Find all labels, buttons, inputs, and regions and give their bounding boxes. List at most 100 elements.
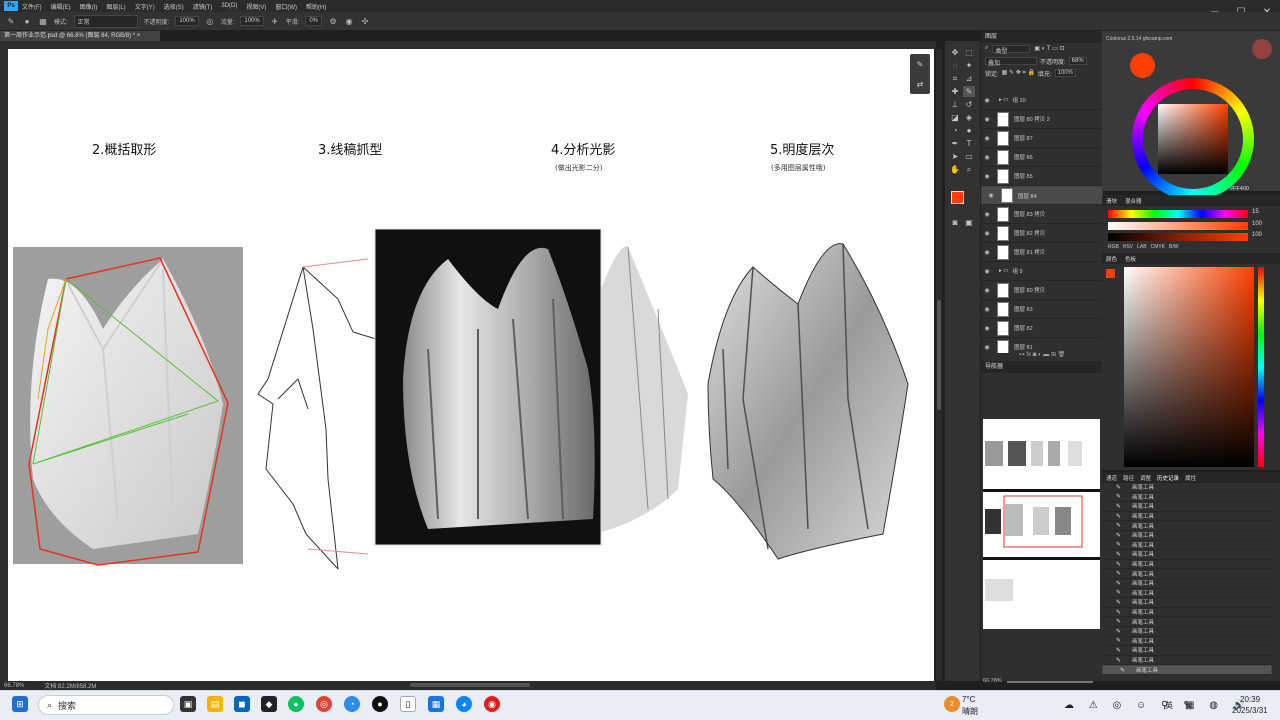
ime-indicator[interactable]: 英 [1165,700,1173,711]
flow-field[interactable]: 100% [240,16,264,26]
menu-layer[interactable]: 图层(L) [106,2,125,11]
mode-cmyk[interactable]: CMYK [1151,244,1165,250]
mode-lab[interactable]: LAB [1137,244,1146,250]
zoom-tool-icon[interactable]: ⌕ [963,164,975,175]
symmetry-icon[interactable]: ✣ [360,16,370,26]
saturation-slider[interactable] [1108,222,1248,230]
hue-strip[interactable] [1258,267,1264,467]
foreground-color-swatch[interactable] [951,191,964,204]
saturation-value[interactable]: 100 [1252,221,1262,227]
history-item[interactable]: ✎ 画笔工具 [1102,541,1272,551]
airbrush-icon[interactable]: ✈ [270,16,280,26]
menu-image[interactable]: 图像(I) [80,2,98,11]
layer-row[interactable]: ◉ 图层 82 拷贝 [981,224,1103,243]
stamp-tool-icon[interactable]: ⊥ [949,99,961,110]
history-item[interactable]: ✎ 画笔工具 [1102,656,1272,666]
healing-brush-icon[interactable]: ✚ [949,86,961,97]
menu-edit[interactable]: 编辑(E) [51,2,71,11]
store-icon[interactable]: ◼ [234,696,250,712]
visibility-eye-icon[interactable]: ◉ [981,211,993,218]
layer-row[interactable]: ◉ 图层 83 拷贝 [981,205,1103,224]
picker-foreground-swatch[interactable] [1106,269,1115,278]
layer-actions-bar[interactable]: ⊶ fx ◙ ◐ ▬ ⊞ 🗑 [981,351,1103,361]
history-item[interactable]: ✎ 画笔工具 [1102,608,1272,618]
layer-row[interactable]: ◉ 图层 80 拷贝 2 [981,110,1103,129]
tab-channels[interactable]: 通道 [1106,474,1117,482]
weather-icon[interactable]: 2 [944,696,960,712]
screen-mode-icon[interactable]: ▣ [963,217,975,228]
task-view-icon[interactable]: ▣ [180,696,196,712]
visibility-eye-icon[interactable]: ◉ [985,192,997,199]
history-item[interactable]: ✎ 画笔工具 [1102,512,1272,522]
layer-row[interactable]: ◉ 图层 80 拷贝 [981,281,1103,300]
menu-filter[interactable]: 滤镜(T) [193,2,213,11]
history-item[interactable]: ✎ 画笔工具 [1102,665,1272,675]
app-blue-icon[interactable]: ▦ [428,696,444,712]
mode-bw[interactable]: B/W [1169,244,1178,250]
brush-preset-icon[interactable]: ● [22,16,32,26]
menu-file[interactable]: 文件(F) [22,2,42,11]
smoothing-field[interactable]: 0% [305,16,323,26]
netease-music-icon[interactable]: ◉ [484,696,500,712]
menu-select[interactable]: 选择(S) [164,2,184,11]
tab-properties[interactable]: 属性 [1185,474,1196,482]
filter-icons[interactable]: ▣ ◐ T ▭ ⊡ [1034,45,1064,53]
visibility-eye-icon[interactable]: ◉ [981,154,993,161]
quick-mask-icon[interactable]: ◙ [949,217,961,228]
horizontal-scrollbar[interactable] [410,683,530,687]
layer-row[interactable]: ◉ 图层 85 [981,167,1103,186]
menu-type[interactable]: 文字(Y) [135,2,155,11]
current-color-dot[interactable] [1130,53,1155,78]
blur-tool-icon[interactable]: ◔ [949,125,961,136]
layer-row[interactable]: ◉ 图层 86 [981,148,1103,167]
history-brush-icon[interactable]: ↺ [963,99,975,110]
folder-icon[interactable]: ▸ ▭ [999,97,1009,103]
app-icon-dark[interactable]: ◆ [261,696,277,712]
visibility-eye-icon[interactable]: ◉ [981,230,993,237]
blend-mode-select[interactable]: 叠加 [985,57,1037,67]
tray-icons[interactable]: ☁ ⚠ ◎ ☺ ⚲ ✎ [1064,700,1198,711]
qq-icon[interactable]: ● [372,696,388,712]
layer-row[interactable]: ◉ 图层 82 [981,319,1103,338]
navigator-preview[interactable] [983,419,1100,629]
visibility-eye-icon[interactable]: ◉ [981,135,993,142]
history-item[interactable]: ✎ 画笔工具 [1102,617,1272,627]
hue-ring[interactable] [1132,78,1254,200]
tab-swatches[interactable]: 色板 [1125,255,1136,263]
hue-slider[interactable] [1108,210,1248,218]
edge-icon[interactable]: ◔ [344,696,360,712]
visibility-eye-icon[interactable]: ◉ [981,268,993,275]
rectangle-tool-icon[interactable]: ▭ [963,151,975,162]
taskbar-search[interactable]: ⌕ 搜索 [38,695,174,715]
tab-history[interactable]: 历史记录 [1157,474,1179,482]
file-explorer-icon[interactable]: ▤ [207,696,223,712]
color-field[interactable] [1124,267,1254,467]
layer-row[interactable]: ◉ 图层 87 [981,129,1103,148]
visibility-eye-icon[interactable]: ◉ [981,116,993,123]
mode-select[interactable]: 正常 [73,14,138,28]
tab-mixer[interactable]: 混合器 [1125,197,1142,205]
visibility-eye-icon[interactable]: ◉ [981,306,993,313]
brush-settings-icon[interactable]: ▦ [38,16,48,26]
menu-view[interactable]: 视图(V) [246,2,266,11]
visibility-eye-icon[interactable]: ◉ [981,325,993,332]
tab-adjustments[interactable]: 调整 [1140,474,1151,482]
layer-fill-field[interactable]: 100% [1054,69,1076,77]
clock-date[interactable]: 2025/3/31 [1232,706,1268,715]
path-select-icon[interactable]: ➤ [949,151,961,162]
pressure-size-icon[interactable]: ◉ [344,16,354,26]
navigator-zoom-slider[interactable] [1007,681,1093,683]
history-item[interactable]: ✎ 画笔工具 [1102,483,1272,493]
chrome-icon[interactable]: ◎ [316,696,332,712]
crop-tool-icon[interactable]: ⌗ [949,73,961,84]
vertical-scrollbar[interactable] [937,300,941,410]
brush-tool-icon[interactable]: ✎ [6,16,16,26]
history-item[interactable]: ✎ 画笔工具 [1102,502,1272,512]
folder-icon[interactable]: ▸ ▭ [999,268,1009,274]
history-item[interactable]: ✎ 画笔工具 [1102,579,1272,589]
layer-filter-select[interactable]: 类型 [992,45,1031,55]
menu-3d[interactable]: 3D(D) [221,3,237,9]
layer-row[interactable]: ◉ 图层 84 [981,186,1103,205]
magic-wand-icon[interactable]: ✦ [963,60,975,71]
pen-tool-icon[interactable]: ✒ [949,138,961,149]
